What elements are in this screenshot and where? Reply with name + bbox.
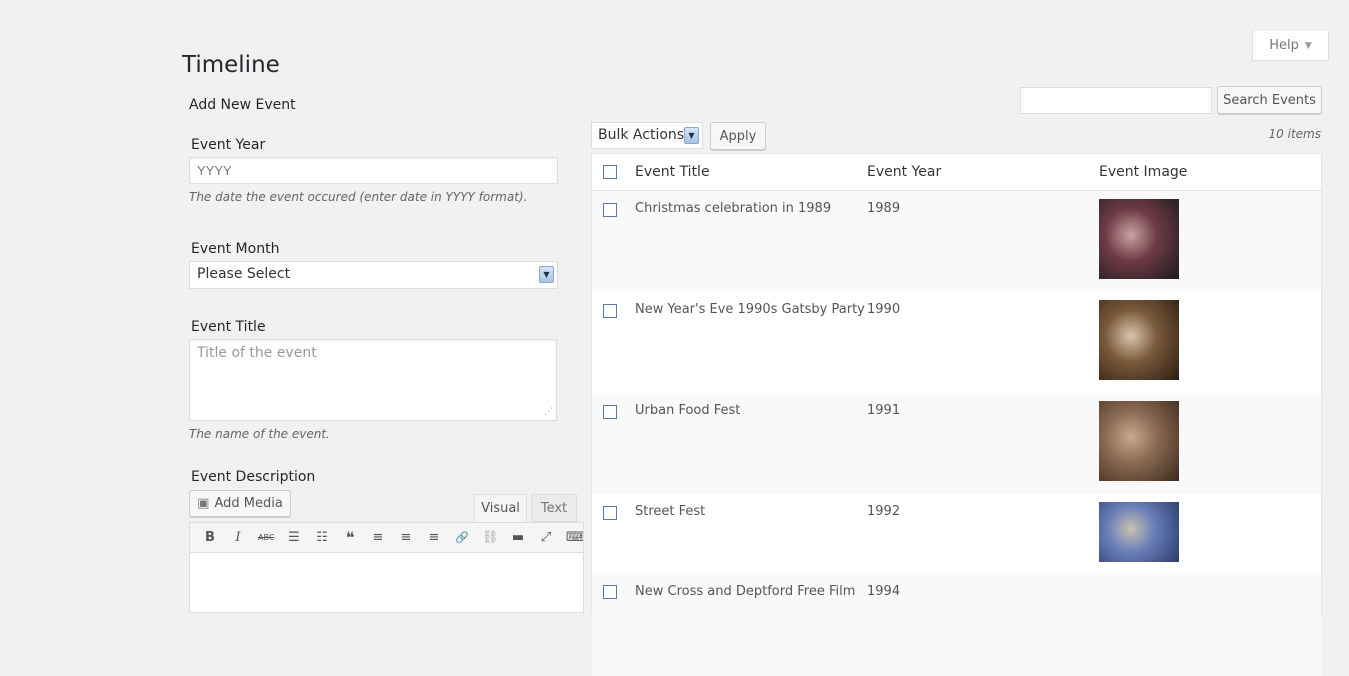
items-count: 10 items [1268, 127, 1321, 141]
bullet-list-icon[interactable]: ☰ [286, 530, 302, 545]
event-title-textarea[interactable]: Title of the event ⋰ [189, 339, 557, 421]
column-header-year[interactable]: Event Year [867, 164, 941, 180]
numbered-list-icon[interactable]: ☷ [314, 530, 330, 545]
editor-toolbar: B I ABC ☰ ☷ ❝ ≡ ≡ ≡ 🔗 ⛓ ▬ ⤢ ⌨ [189, 522, 584, 553]
column-header-image: Event Image [1099, 164, 1188, 180]
fullscreen-icon[interactable]: ⤢ [538, 530, 554, 545]
bold-icon[interactable]: B [202, 530, 218, 545]
event-title-label: Event Title [191, 319, 266, 335]
table-header: Event Title Event Year Event Image [592, 154, 1321, 191]
event-year-cell: 1989 [867, 201, 901, 216]
event-year-cell: 1992 [867, 504, 901, 519]
event-title-cell[interactable]: New Year's Eve 1990s Gatsby Party [635, 302, 865, 317]
row-checkbox[interactable] [603, 304, 617, 318]
event-title-cell[interactable]: Christmas celebration in 1989 [635, 201, 831, 216]
event-title-cell[interactable]: Urban Food Fest [635, 403, 740, 418]
event-month-select[interactable]: Please Select ▼ [189, 261, 558, 289]
event-description-label: Event Description [191, 469, 316, 485]
event-image-thumbnail[interactable] [1099, 401, 1179, 481]
form-title: Add New Event [189, 97, 296, 113]
event-title-placeholder: Title of the event [197, 345, 317, 361]
event-image-thumbnail[interactable] [1099, 300, 1179, 380]
event-title-cell[interactable]: Street Fest [635, 504, 705, 519]
row-checkbox[interactable] [603, 585, 617, 599]
event-month-value: Please Select [197, 266, 291, 282]
event-title-help: The name of the event. [189, 427, 330, 441]
add-media-label: Add Media [214, 496, 283, 511]
event-year-input[interactable] [189, 157, 558, 184]
row-checkbox[interactable] [603, 203, 617, 217]
table-row: New Cross and Deptford Free Film 1994 [592, 575, 1321, 676]
apply-button[interactable]: Apply [710, 122, 766, 150]
events-table: Event Title Event Year Event Image Chris… [591, 153, 1322, 676]
dropdown-arrow-icon: ▼ [539, 266, 554, 283]
italic-icon[interactable]: I [230, 530, 246, 545]
table-row: New Year's Eve 1990s Gatsby Party 1990 [592, 292, 1321, 393]
row-checkbox[interactable] [603, 405, 617, 419]
event-year-cell: 1994 [867, 584, 901, 599]
unlink-icon[interactable]: ⛓ [482, 530, 499, 545]
bulk-actions-value: Bulk Actions [598, 127, 685, 143]
event-title-cell[interactable]: New Cross and Deptford Free Film [635, 584, 855, 599]
kitchen-sink-icon[interactable]: ⌨ [566, 530, 583, 545]
table-row: Urban Food Fest 1991 [592, 393, 1321, 494]
caret-down-icon: ▼ [1304, 40, 1312, 51]
column-header-title[interactable]: Event Title [635, 164, 710, 180]
bulk-actions-select[interactable]: Bulk Actions ▼ [591, 122, 703, 149]
tab-text[interactable]: Text [531, 494, 577, 522]
read-more-icon[interactable]: ▬ [510, 530, 526, 545]
select-all-checkbox[interactable] [603, 165, 617, 179]
media-icon: ▣ [197, 496, 210, 511]
help-button[interactable]: Help ▼ [1252, 31, 1329, 61]
align-left-icon[interactable]: ≡ [370, 530, 386, 545]
dropdown-arrow-icon: ▼ [684, 127, 699, 144]
event-month-label: Event Month [191, 241, 280, 257]
help-label: Help [1269, 38, 1299, 53]
page-title: Timeline [182, 52, 280, 78]
table-row: Christmas celebration in 1989 1989 [592, 191, 1321, 292]
link-icon[interactable]: 🔗 [454, 531, 470, 544]
tab-visual[interactable]: Visual [474, 494, 527, 522]
event-year-cell: 1990 [867, 302, 901, 317]
add-media-button[interactable]: ▣ Add Media [189, 490, 291, 517]
event-year-help: The date the event occured (enter date i… [189, 190, 528, 204]
event-image-thumbnail[interactable] [1099, 199, 1179, 279]
search-input[interactable] [1020, 87, 1212, 114]
strikethrough-icon[interactable]: ABC [258, 533, 274, 542]
event-image-thumbnail[interactable] [1099, 502, 1179, 562]
blockquote-icon[interactable]: ❝ [342, 528, 358, 547]
search-events-button[interactable]: Search Events [1217, 86, 1322, 114]
event-year-cell: 1991 [867, 403, 901, 418]
event-year-label: Event Year [191, 137, 266, 153]
description-editor[interactable] [189, 553, 584, 613]
row-checkbox[interactable] [603, 506, 617, 520]
align-right-icon[interactable]: ≡ [426, 530, 442, 545]
align-center-icon[interactable]: ≡ [398, 530, 414, 545]
resize-handle-icon[interactable]: ⋰ [544, 407, 553, 417]
